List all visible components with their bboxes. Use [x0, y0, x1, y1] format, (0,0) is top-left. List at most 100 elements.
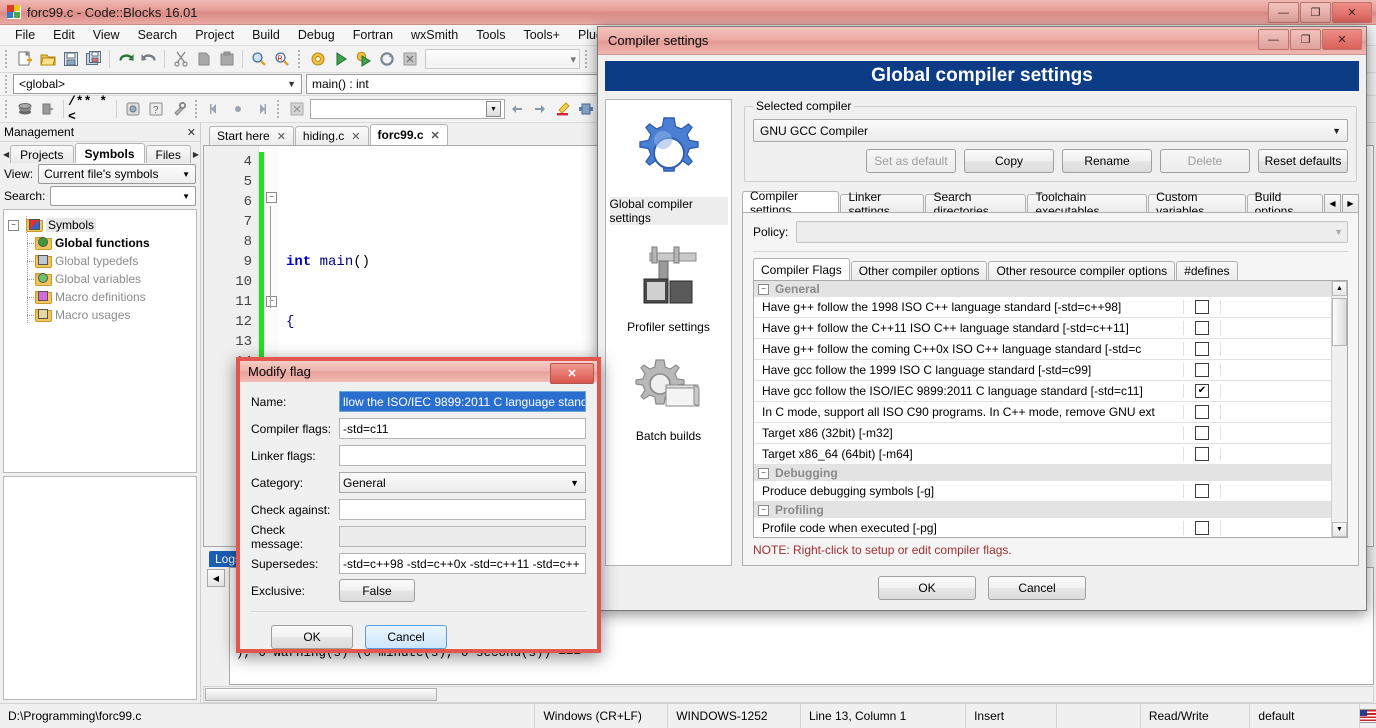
search-prev-icon[interactable] [505, 98, 528, 120]
menu-tools-plus[interactable]: Tools+ [514, 26, 568, 44]
incremental-search-input[interactable]: ▼ [310, 99, 505, 119]
compiler-dialog-minimize-button[interactable]: — [1258, 29, 1289, 50]
close-icon[interactable]: ✕ [351, 130, 360, 143]
menu-search[interactable]: Search [129, 26, 187, 44]
menu-tools[interactable]: Tools [467, 26, 514, 44]
tree-collapse-icon[interactable]: − [8, 219, 19, 231]
logs-prev-icon[interactable]: ◀ [207, 569, 225, 587]
flag-checkbox[interactable] [1195, 363, 1209, 377]
management-close-icon[interactable]: ✕ [187, 126, 196, 139]
flag-checkbox[interactable] [1195, 426, 1209, 440]
tree-root-symbols[interactable]: − Symbols [8, 216, 192, 234]
replace-icon[interactable]: R [270, 48, 293, 70]
compiler-dialog-close-button[interactable]: ✕ [1322, 29, 1362, 50]
linker-flags-field[interactable] [339, 445, 586, 466]
flag-checkbox[interactable] [1195, 405, 1209, 419]
close-icon[interactable]: ✕ [431, 129, 440, 142]
editor-tab-forc99-c[interactable]: forc99.c ✕ [369, 124, 448, 145]
flag-group-general[interactable]: − General [754, 281, 1331, 297]
compiler-flags-field[interactable]: -std=c11 [339, 418, 586, 439]
selected-compiler-combo[interactable]: GNU GCC Compiler ▼ [753, 119, 1348, 142]
new-file-icon[interactable] [13, 48, 36, 70]
view-combo[interactable]: Current file's symbols ▼ [38, 164, 196, 184]
copy-icon[interactable] [192, 48, 215, 70]
menu-build[interactable]: Build [243, 26, 289, 44]
tree-item-global-functions[interactable]: Global functions [8, 234, 192, 252]
tabs-scroll-right-icon[interactable]: ▶ [192, 146, 200, 163]
flag-row[interactable]: Produce debugging symbols [-g] [754, 481, 1331, 502]
search-next-icon[interactable] [528, 98, 551, 120]
build-target-combo[interactable]: ▾ [425, 49, 580, 69]
doxyblocks-extract-icon[interactable] [36, 98, 59, 120]
doxyblocks-run-icon[interactable] [13, 98, 36, 120]
redo-icon[interactable] [137, 48, 160, 70]
settings-item-batch-builds[interactable]: Batch builds [610, 352, 728, 443]
toolbar-grip-3[interactable] [583, 50, 590, 68]
browse-back-icon[interactable] [203, 98, 226, 120]
doxyblocks-help-icon[interactable]: ? [144, 98, 167, 120]
group-collapse-icon[interactable]: − [758, 283, 769, 295]
undo-icon[interactable] [114, 48, 137, 70]
close-icon[interactable]: ✕ [277, 130, 286, 143]
tab-linker-settings[interactable]: Linker settings [840, 190, 925, 218]
flag-row[interactable]: Target x86 (32bit) [-m32] [754, 423, 1331, 444]
settings-item-profiler[interactable]: Profiler settings [610, 243, 728, 334]
compiler-dialog-cancel-button[interactable]: Cancel [988, 576, 1086, 600]
menu-wxsmith[interactable]: wxSmith [402, 26, 467, 44]
compiler-dialog-ok-button[interactable]: OK [878, 576, 976, 600]
flag-row-std-c11[interactable]: Have gcc follow the ISO/IEC 9899:2011 C … [754, 381, 1331, 402]
flag-row[interactable]: Have g++ follow the C++11 ISO C++ langua… [754, 318, 1331, 339]
toolbar-grip[interactable] [3, 50, 10, 68]
symbol-combo[interactable]: main() : int [306, 74, 635, 94]
build-and-run-icon[interactable] [352, 48, 375, 70]
status-keyboard-layout[interactable] [1360, 704, 1376, 728]
rename-button[interactable]: Rename [1062, 149, 1152, 173]
doxywizard-icon[interactable] [121, 98, 144, 120]
flag-checkbox[interactable] [1195, 342, 1209, 356]
flag-row[interactable]: Have g++ follow the 1998 ISO C++ languag… [754, 297, 1331, 318]
group-collapse-icon[interactable]: − [758, 467, 769, 479]
comment-block-icon[interactable]: /** *< [68, 94, 112, 124]
flag-row[interactable]: Have g++ follow the coming C++0x ISO C++… [754, 339, 1331, 360]
rebuild-icon[interactable] [375, 48, 398, 70]
flags-vertical-scrollbar[interactable]: ▲ ▼ [1331, 281, 1347, 537]
flag-checkbox[interactable] [1195, 447, 1209, 461]
toolbar-grip-6[interactable] [275, 100, 282, 118]
tab-other-resource-compiler-options[interactable]: Other resource compiler options [988, 261, 1176, 280]
select-all-occurrences-icon[interactable] [574, 98, 597, 120]
tree-item-macro-usages[interactable]: Macro usages [8, 306, 192, 324]
set-as-default-button[interactable]: Set as default [866, 149, 956, 173]
copy-button[interactable]: Copy [964, 149, 1054, 173]
minimize-button[interactable]: — [1268, 2, 1299, 23]
toolbar-grip-5[interactable] [193, 100, 200, 118]
tab-projects[interactable]: Projects [10, 145, 74, 163]
fold-toggle-icon[interactable]: − [266, 296, 277, 307]
flag-row[interactable]: Profile code when executed [-pg] [754, 518, 1331, 537]
horizontal-scrollbar[interactable] [203, 686, 1374, 703]
group-collapse-icon[interactable]: − [758, 504, 769, 516]
save-icon[interactable] [59, 48, 82, 70]
clear-search-icon[interactable] [285, 98, 308, 120]
symbols-tree[interactable]: − Symbols Global functions Global typede… [3, 209, 197, 473]
menu-fortran[interactable]: Fortran [344, 26, 402, 44]
flag-checkbox[interactable] [1195, 484, 1209, 498]
menu-debug[interactable]: Debug [289, 26, 344, 44]
compiler-flags-list[interactable]: − General Have g++ follow the 1998 ISO C… [753, 280, 1348, 538]
tab-symbols[interactable]: Symbols [74, 143, 145, 163]
tab-custom-variables[interactable]: Custom variables [1148, 190, 1246, 218]
toolbar-grip-2[interactable] [296, 50, 303, 68]
settings-item-global-compiler[interactable]: Global compiler settings [609, 114, 728, 225]
scrollbar-thumb[interactable] [1332, 298, 1347, 346]
doxyblocks-settings-icon[interactable] [167, 98, 190, 120]
tree-item-global-variables[interactable]: Global variables [8, 270, 192, 288]
tab-compiler-flags[interactable]: Compiler Flags [753, 258, 850, 280]
save-all-icon[interactable] [82, 48, 105, 70]
scope-combo[interactable]: <global> ▼ [13, 74, 302, 94]
tab-build-options[interactable]: Build options [1246, 190, 1323, 218]
tree-item-global-typedefs[interactable]: Global typedefs [8, 252, 192, 270]
tabs-scroll-left-icon[interactable]: ◀ [2, 146, 10, 163]
menu-view[interactable]: View [84, 26, 129, 44]
scroll-down-icon[interactable]: ▼ [1332, 522, 1347, 537]
name-field[interactable]: llow the ISO/IEC 9899:2011 C language st… [339, 391, 586, 412]
scrollbar-thumb[interactable] [205, 688, 437, 701]
